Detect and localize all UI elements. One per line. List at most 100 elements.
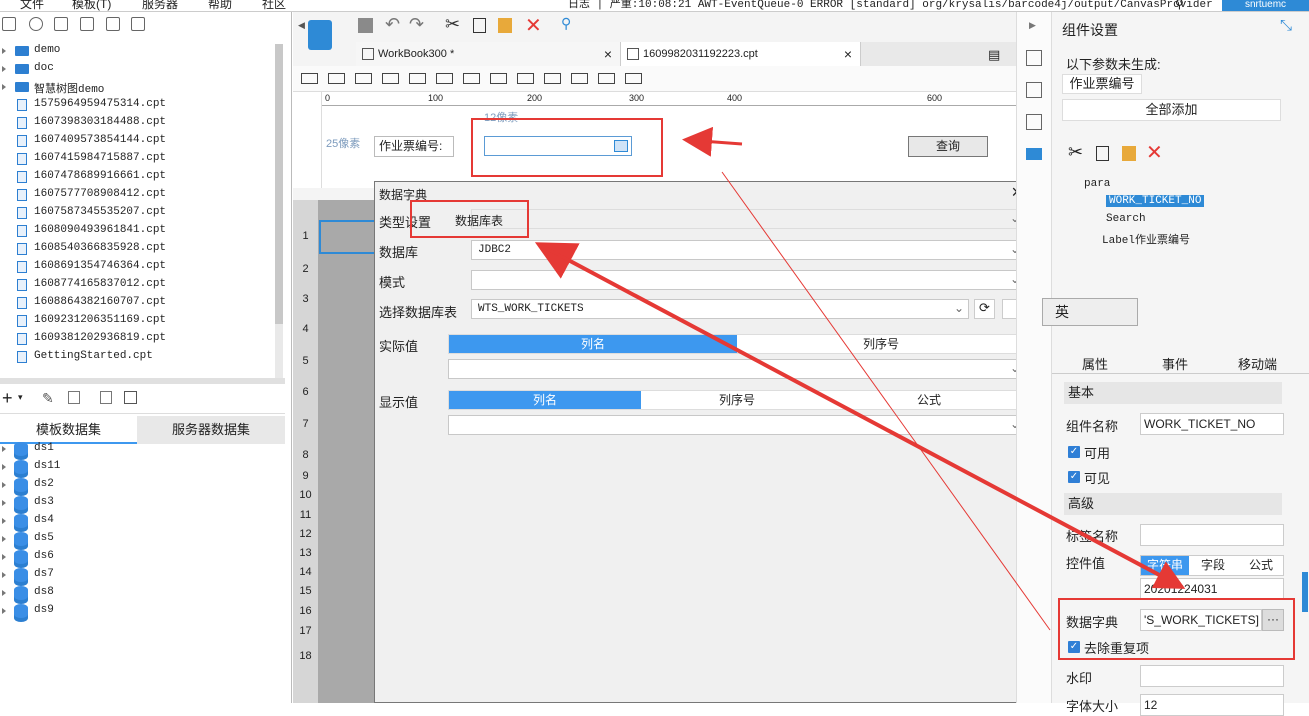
folder-item[interactable]: demo xyxy=(0,42,275,60)
save-icon[interactable] xyxy=(358,18,373,33)
selected-cell[interactable] xyxy=(319,220,376,254)
tab-workbook300[interactable]: WorkBook300 * × xyxy=(356,42,621,66)
row-number[interactable]: 12 xyxy=(293,528,318,540)
plugin-icon[interactable]: ⚲ xyxy=(561,15,571,32)
collapse-left-icon[interactable]: ◀ xyxy=(298,20,305,31)
combo-widget-icon[interactable] xyxy=(1026,148,1042,160)
sql-icon[interactable] xyxy=(124,391,137,404)
add-icon[interactable]: + xyxy=(2,388,13,409)
number-widget-icon[interactable] xyxy=(436,73,453,84)
name-input[interactable]: WORK_TICKET_NO xyxy=(1140,413,1284,435)
paste-icon[interactable] xyxy=(498,18,512,33)
expand-icon[interactable] xyxy=(2,482,6,488)
row-number[interactable]: 2 xyxy=(293,263,318,275)
db-select[interactable]: JDBC2 ⌄ xyxy=(471,240,1025,260)
user-badge[interactable]: snrtuemc xyxy=(1222,0,1309,11)
file-item[interactable]: 1609231206351169.cpt xyxy=(0,312,275,330)
tree-item-label[interactable]: Label作业票编号 xyxy=(1102,231,1190,247)
redo-icon[interactable]: ↷ xyxy=(409,14,424,35)
expand-icon[interactable] xyxy=(2,446,6,452)
file-item[interactable]: 1607577708908412.cpt xyxy=(0,186,275,204)
checkbox-widget-icon[interactable] xyxy=(517,73,534,84)
textarea-widget-icon[interactable] xyxy=(544,73,561,84)
row-number[interactable]: 5 xyxy=(293,355,318,367)
menu-community[interactable]: 社区 xyxy=(262,0,286,11)
file-item[interactable]: 1608864382160707.cpt xyxy=(0,294,275,312)
refresh-icon[interactable]: ⟳ xyxy=(974,299,995,319)
folder-item[interactable]: doc xyxy=(0,60,275,78)
ctrl-tab-string[interactable]: 字符串 xyxy=(1141,556,1189,575)
refresh-icon[interactable] xyxy=(29,17,43,31)
file-item[interactable]: 1607587345535207.cpt xyxy=(0,204,275,222)
sheet-grid[interactable] xyxy=(318,200,378,703)
frame-icon[interactable] xyxy=(1026,114,1042,130)
cut-icon[interactable]: ✂ xyxy=(1068,142,1083,163)
combo-widget-icon[interactable] xyxy=(382,73,399,84)
watermark-input[interactable] xyxy=(1140,665,1284,687)
param-chip[interactable]: 作业票编号 xyxy=(1062,74,1142,94)
dataset-item[interactable]: ds1 xyxy=(0,440,275,458)
folder-item[interactable]: 智慧树图demo xyxy=(0,78,275,96)
list-widget-icon[interactable] xyxy=(625,73,642,84)
visible-checkbox[interactable]: ✓ xyxy=(1068,471,1080,483)
dataset-item[interactable]: ds6 xyxy=(0,548,275,566)
expand-icon[interactable] xyxy=(2,572,6,578)
layout-icon[interactable] xyxy=(1026,50,1042,66)
date-widget-icon[interactable] xyxy=(409,73,426,84)
ctrl-value-input[interactable]: 20201224031 xyxy=(1140,578,1284,600)
new-template-icon[interactable] xyxy=(308,20,332,50)
trash-icon[interactable] xyxy=(68,391,80,404)
actual-value-select[interactable]: ⌄ xyxy=(448,359,1025,379)
text-widget-icon[interactable] xyxy=(328,73,345,84)
menu-template[interactable]: 模板(T) xyxy=(72,0,111,11)
tree-root[interactable]: para xyxy=(1084,178,1110,190)
section-basic[interactable]: 基本 xyxy=(1064,382,1282,404)
row-number[interactable]: 13 xyxy=(293,547,318,559)
pin-icon[interactable]: ⤡ xyxy=(1280,17,1292,34)
settings-icon[interactable] xyxy=(80,17,94,31)
password-widget-icon[interactable] xyxy=(571,73,588,84)
open-icon[interactable] xyxy=(2,17,16,31)
ctrl-tab-field[interactable]: 字段 xyxy=(1189,556,1237,575)
delete-icon[interactable] xyxy=(106,17,120,31)
cut-icon[interactable]: ✂ xyxy=(445,14,460,35)
menu-help[interactable]: 帮助 xyxy=(208,0,232,11)
dataset-item[interactable]: ds2 xyxy=(0,476,275,494)
tag-input[interactable] xyxy=(1140,524,1284,546)
ime-indicator[interactable]: 英 xyxy=(1042,298,1138,326)
row-number[interactable]: 7 xyxy=(293,418,318,430)
file-item[interactable]: 1607409573854144.cpt xyxy=(0,132,275,150)
row-number[interactable]: 15 xyxy=(293,585,318,597)
display-col-formula[interactable]: 公式 xyxy=(833,391,1025,409)
file-item[interactable]: 1608774165837012.cpt xyxy=(0,276,275,294)
expand-icon[interactable] xyxy=(2,66,6,72)
expand-icon[interactable] xyxy=(2,518,6,524)
dataset-item[interactable]: ds5 xyxy=(0,530,275,548)
menu-file[interactable]: 文件 xyxy=(20,0,44,11)
table-select[interactable]: WTS_WORK_TICKETS ⌄ xyxy=(471,299,969,319)
row-number[interactable]: 8 xyxy=(293,449,318,461)
copy-icon[interactable] xyxy=(131,17,145,31)
row-number[interactable]: 18 xyxy=(293,650,318,662)
row-number[interactable]: 11 xyxy=(293,509,318,521)
display-col-index[interactable]: 列序号 xyxy=(641,391,833,409)
dataset-item[interactable]: ds11 xyxy=(0,458,275,476)
expand-icon[interactable] xyxy=(2,590,6,596)
scroll-indicator[interactable] xyxy=(1302,572,1308,612)
close-icon[interactable]: × xyxy=(604,42,612,66)
collapse-right-icon[interactable]: ▶ xyxy=(1029,20,1036,31)
expand-icon[interactable] xyxy=(2,464,6,470)
dataset-item[interactable]: ds8 xyxy=(0,584,275,602)
query-button[interactable]: 查询 xyxy=(908,136,988,157)
menu-server[interactable]: 服务器 xyxy=(142,0,178,11)
file-item[interactable]: 1608090493961841.cpt xyxy=(0,222,275,240)
row-number[interactable]: 17 xyxy=(293,625,318,637)
expand-icon[interactable] xyxy=(2,536,6,542)
row-number[interactable]: 14 xyxy=(293,566,318,578)
tree-item-selected[interactable]: WORK_TICKET_NO xyxy=(1106,195,1205,207)
button-widget-icon[interactable] xyxy=(355,73,372,84)
font-size-input[interactable]: 12 xyxy=(1140,694,1284,716)
expand-icon[interactable] xyxy=(2,500,6,506)
row-number[interactable]: 3 xyxy=(293,293,318,305)
dataset-item[interactable]: ds9 xyxy=(0,602,275,620)
